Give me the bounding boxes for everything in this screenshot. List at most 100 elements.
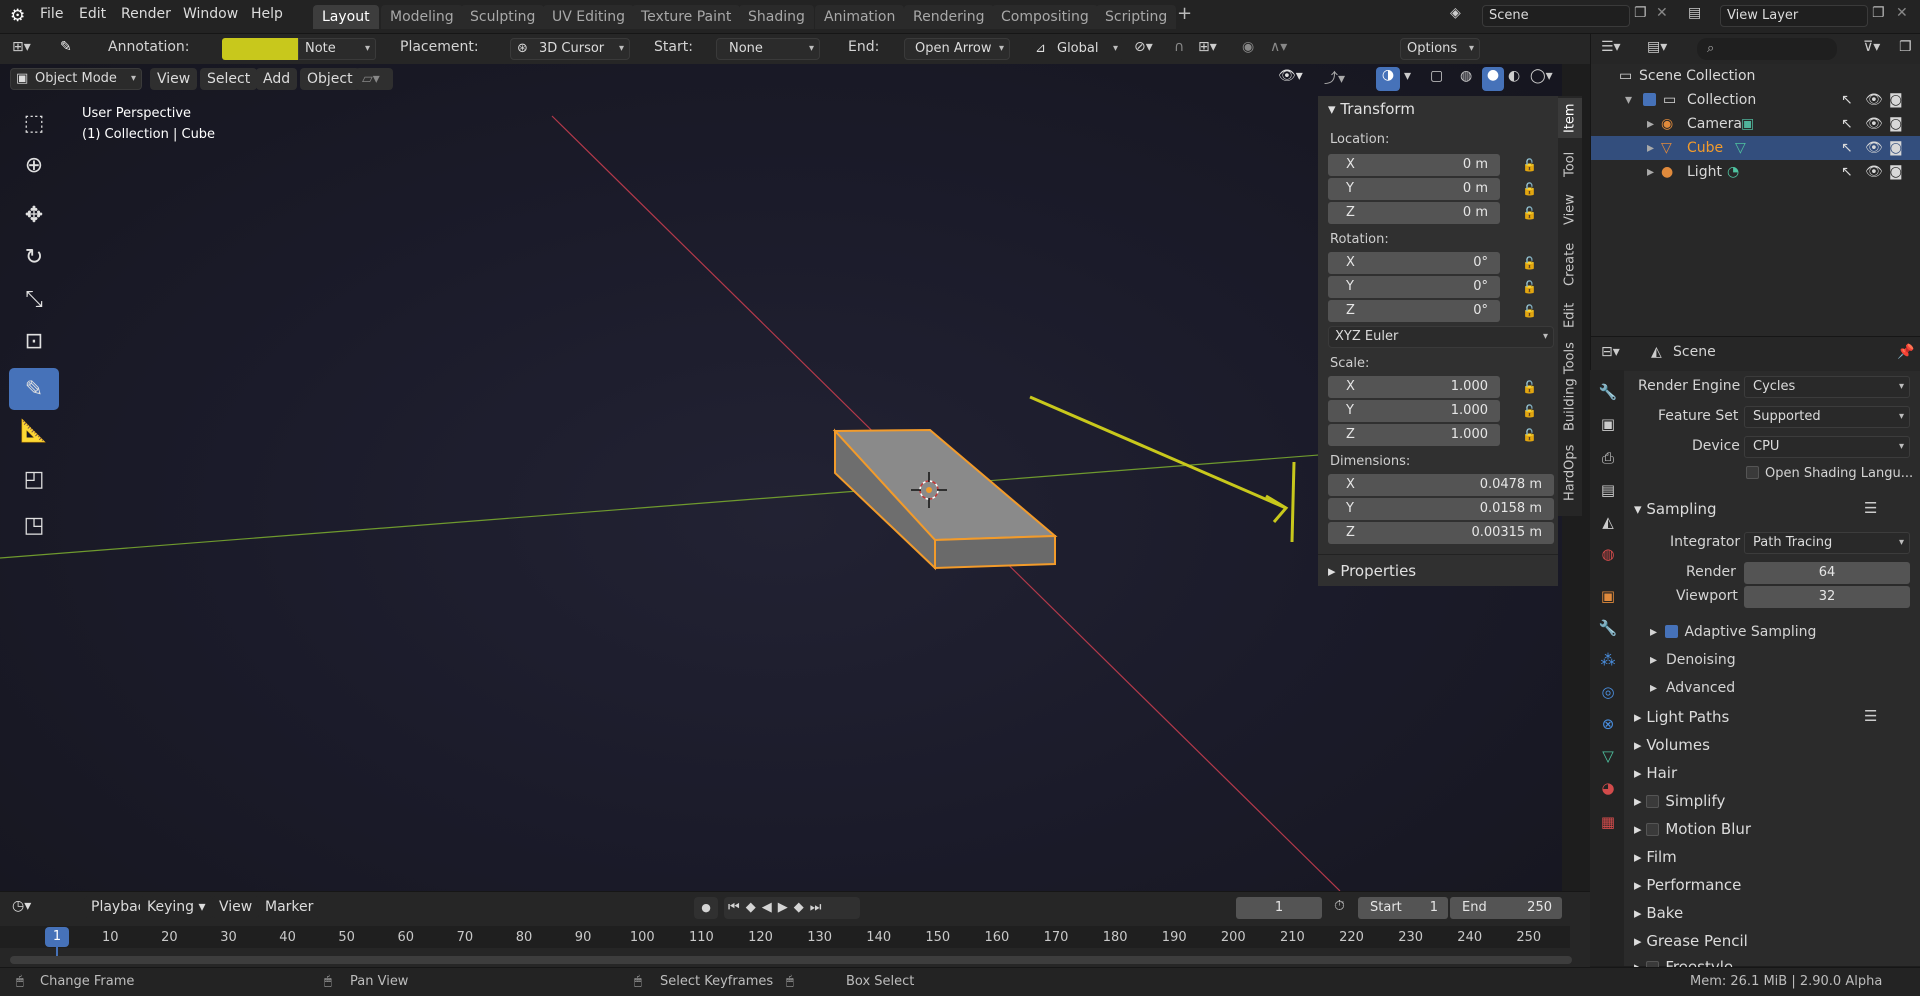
object-tab-icon[interactable]: ▣ bbox=[1598, 586, 1618, 606]
tab-sculpting[interactable]: Sculpting bbox=[461, 5, 545, 29]
lock-icon[interactable]: 🔓 bbox=[1522, 428, 1538, 442]
record-icon[interactable]: ● bbox=[694, 897, 718, 919]
scale-z-field[interactable]: Z 1.000 bbox=[1328, 424, 1500, 446]
transform-tool-icon[interactable]: ⊡ bbox=[9, 320, 59, 362]
scale-tool-icon[interactable]: ⤡ bbox=[9, 278, 59, 320]
tab-uv-editing[interactable]: UV Editing bbox=[543, 5, 635, 29]
timeline-scrollbar[interactable] bbox=[10, 956, 1572, 964]
overlays-icon[interactable]: ◑ bbox=[1376, 67, 1400, 91]
mode-dropdown[interactable]: ▣ Object Mode ▾ bbox=[10, 68, 142, 90]
tab-view[interactable]: View bbox=[1558, 190, 1582, 230]
menu-help[interactable]: Help bbox=[251, 6, 283, 22]
transform-panel-header[interactable]: ▾ Transform bbox=[1328, 100, 1415, 118]
properties-panel-header[interactable]: ▸ Properties bbox=[1328, 562, 1416, 580]
snap-target-icon[interactable]: ⊞▾ bbox=[1198, 39, 1217, 55]
rotation-mode-dropdown[interactable]: XYZ Euler ▾ bbox=[1328, 326, 1554, 348]
add-workspace-icon[interactable]: + bbox=[1177, 3, 1192, 24]
integrator-dropdown[interactable]: Path Tracing ▾ bbox=[1744, 532, 1910, 554]
dimensions-y-field[interactable]: Y 0.0158 m bbox=[1328, 498, 1554, 520]
move-tool-icon[interactable]: ✥ bbox=[9, 194, 59, 236]
annotate-tool-icon[interactable]: ✎ bbox=[9, 368, 59, 410]
render-samples-field[interactable]: 64 bbox=[1744, 562, 1910, 584]
denoising-subpanel[interactable]: ▸ Denoising bbox=[1650, 652, 1736, 668]
outliner-row-light[interactable]: ▸ ● Light ◔ ↖ 👁 ◙ bbox=[1591, 160, 1920, 184]
hair-panel[interactable]: ▸ Hair bbox=[1634, 764, 1677, 782]
snap-icon[interactable]: ∩ bbox=[1174, 39, 1184, 55]
output-tab-icon[interactable]: ⎙ bbox=[1598, 448, 1618, 468]
xray-icon[interactable]: ▢ bbox=[1430, 68, 1443, 84]
scene-selector-icon[interactable]: ◈ bbox=[1450, 5, 1461, 21]
tab-tool[interactable]: Tool bbox=[1558, 144, 1582, 184]
delete-view-layer-icon[interactable]: ✕ bbox=[1896, 5, 1908, 21]
lock-icon[interactable]: 🔓 bbox=[1522, 404, 1538, 418]
grease-pencil-panel[interactable]: ▸ Grease Pencil bbox=[1634, 932, 1748, 950]
outliner-row-camera[interactable]: ▸ ◉ Camera ▣ ↖ 👁 ◙ bbox=[1591, 112, 1920, 136]
tab-compositing[interactable]: Compositing bbox=[992, 5, 1098, 29]
osl-checkbox[interactable]: Open Shading Langu... bbox=[1746, 466, 1913, 481]
rotate-tool-icon[interactable]: ↻ bbox=[9, 236, 59, 278]
end-frame-field[interactable]: End 250 bbox=[1450, 897, 1562, 919]
texture-tab-icon[interactable]: ▦ bbox=[1598, 812, 1618, 832]
cursor-tool-icon[interactable]: ⊕ bbox=[9, 144, 59, 186]
tab-edit[interactable]: Edit bbox=[1558, 298, 1582, 332]
solid-shading-icon[interactable]: ● bbox=[1482, 67, 1504, 91]
outliner-search-input[interactable]: ⌕ bbox=[1697, 38, 1837, 60]
presets-icon[interactable]: ☰ bbox=[1864, 499, 1877, 517]
tab-item[interactable]: Item bbox=[1558, 98, 1582, 138]
data-tab-icon[interactable]: ▽ bbox=[1598, 746, 1618, 766]
simplify-panel[interactable]: ▸ Simplify bbox=[1634, 792, 1725, 810]
dimensions-z-field[interactable]: Z 0.00315 m bbox=[1328, 522, 1554, 544]
outliner-editor-icon[interactable]: ☰▾ bbox=[1601, 39, 1621, 55]
lock-icon[interactable]: 🔓 bbox=[1522, 304, 1538, 318]
presets-icon[interactable]: ☰ bbox=[1864, 707, 1877, 725]
filter-icon[interactable]: ⊽▾ bbox=[1863, 39, 1880, 55]
particles-tab-icon[interactable]: ⁂ bbox=[1598, 650, 1618, 670]
location-x-field[interactable]: X0 m bbox=[1328, 154, 1500, 176]
material-shading-icon[interactable]: ◐ bbox=[1508, 68, 1520, 84]
tab-shading[interactable]: Shading bbox=[739, 5, 814, 29]
view-layer-icon[interactable]: ▤ bbox=[1688, 5, 1701, 21]
current-frame-field[interactable]: 1 bbox=[1236, 897, 1322, 919]
tab-building-tools[interactable]: Building Tools bbox=[1558, 338, 1582, 436]
motion-blur-panel[interactable]: ▸ Motion Blur bbox=[1634, 820, 1751, 838]
orientation-dropdown[interactable]: ⊿ Global ▾ bbox=[1030, 38, 1124, 60]
start-frame-field[interactable]: Start 1 bbox=[1358, 897, 1448, 919]
select-box-tool-icon[interactable]: ⬚ bbox=[9, 102, 59, 144]
end-style-dropdown[interactable]: Open Arrow ▾ bbox=[904, 38, 1010, 60]
advanced-subpanel[interactable]: ▸ Advanced bbox=[1650, 680, 1735, 696]
scale-y-field[interactable]: Y 1.000 bbox=[1328, 400, 1500, 422]
performance-panel[interactable]: ▸ Performance bbox=[1634, 876, 1741, 894]
annotation-layer-dropdown[interactable]: Note ▾ bbox=[298, 38, 376, 60]
bake-panel[interactable]: ▸ Bake bbox=[1634, 904, 1683, 922]
lock-icon[interactable]: 🔓 bbox=[1522, 158, 1538, 172]
lock-icon[interactable]: 🔓 bbox=[1522, 380, 1538, 394]
start-style-dropdown[interactable]: None ▾ bbox=[716, 38, 820, 60]
sampling-panel-header[interactable]: ▾ Sampling bbox=[1634, 500, 1717, 518]
material-tab-icon[interactable]: ◕ bbox=[1598, 778, 1618, 798]
scene-tab-icon[interactable]: ◭ bbox=[1598, 512, 1618, 532]
blender-logo-icon[interactable]: ⚙ bbox=[10, 6, 25, 26]
view-menu[interactable]: View bbox=[212, 896, 260, 918]
tab-rendering[interactable]: Rendering bbox=[904, 5, 994, 29]
view-layer-field[interactable]: View Layer bbox=[1720, 5, 1868, 27]
properties-editor-icon[interactable]: ⊟▾ bbox=[1601, 344, 1620, 360]
location-z-field[interactable]: Z0 m bbox=[1328, 202, 1500, 224]
rotation-y-field[interactable]: Y 0° bbox=[1328, 276, 1500, 298]
lock-icon[interactable]: 🔓 bbox=[1522, 280, 1538, 294]
overlays-dropdown-icon[interactable]: ▾ bbox=[1404, 68, 1411, 84]
options-dropdown[interactable]: Options ▾ bbox=[1400, 38, 1480, 60]
lock-icon[interactable]: 🔓 bbox=[1522, 182, 1538, 196]
outliner-row-collection[interactable]: ▾ ▭ Collection ↖ 👁 ◙ bbox=[1591, 88, 1920, 112]
feature-set-dropdown[interactable]: Supported ▾ bbox=[1744, 406, 1910, 428]
scene-name-field[interactable]: Scene bbox=[1482, 5, 1630, 27]
falloff-icon[interactable]: ∧▾ bbox=[1270, 39, 1287, 55]
display-mode-icon[interactable]: ▤▾ bbox=[1647, 39, 1667, 55]
tab-modeling[interactable]: Modeling bbox=[381, 5, 463, 29]
pin-icon[interactable]: 📌 bbox=[1897, 344, 1914, 360]
new-collection-icon[interactable]: ❐ bbox=[1899, 39, 1912, 55]
adaptive-sampling-subpanel[interactable]: ▸ Adaptive Sampling bbox=[1650, 624, 1816, 640]
volumes-panel[interactable]: ▸ Volumes bbox=[1634, 736, 1710, 754]
placement-dropdown[interactable]: ⊛ 3D Cursor ▾ bbox=[510, 38, 630, 60]
device-dropdown[interactable]: CPU ▾ bbox=[1744, 436, 1910, 458]
location-y-field[interactable]: Y0 m bbox=[1328, 178, 1500, 200]
